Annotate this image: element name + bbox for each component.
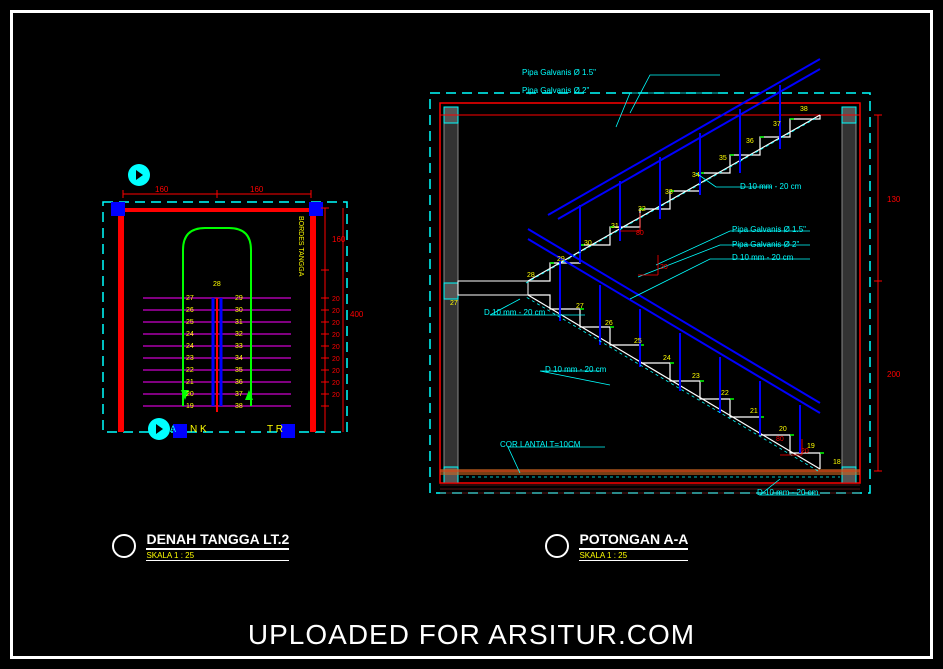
sn25: 25: [634, 338, 642, 345]
sec-letter-a: A: [170, 424, 176, 434]
plan-r-31r: 31: [235, 319, 243, 326]
plan-r-30r: 30: [235, 307, 243, 314]
section-arrow-top-icon: [128, 164, 150, 186]
plan-scale: SKALA 1 : 25: [146, 550, 289, 561]
sn23: 23: [692, 373, 700, 380]
section-scale: SKALA 1 : 25: [579, 550, 688, 561]
sn33: 33: [665, 189, 673, 196]
rd3: 20: [332, 332, 340, 339]
run-80a: 80: [636, 230, 644, 237]
plan-view: [85, 150, 365, 470]
cad-drawing-area: 160 160 160 400 BORDES TANGGA N K T R 28…: [0, 0, 943, 669]
sn26: 26: [605, 320, 613, 327]
title-marker-icon: [112, 534, 136, 558]
sn27: 27: [576, 303, 584, 310]
rd2: 20: [332, 320, 340, 327]
landing-27: 27: [450, 300, 458, 307]
watermark-text: UPLOADED FOR ARSITUR.COM: [0, 619, 943, 651]
sn29: 29: [557, 256, 565, 263]
section-arrow-bot-icon: [148, 418, 170, 440]
plan-r-32r: 32: [235, 331, 243, 338]
sn24: 24: [663, 355, 671, 362]
title-marker-icon: [545, 534, 569, 558]
bordes-label: BORDES TANGGA: [297, 216, 304, 276]
cor-label: COR LANTAI T=10CM: [500, 440, 580, 449]
pipa-2-mid: Pipa Galvanis Ø 2": [732, 240, 799, 249]
rd0: 20: [332, 296, 340, 303]
rebar-4: D 10 mm - 20 cm: [545, 365, 606, 374]
sn32: 32: [638, 206, 646, 213]
sn38: 38: [800, 106, 808, 113]
plan-r-34r: 34: [235, 355, 243, 362]
sn34: 34: [692, 172, 700, 179]
plan-r-22l: 22: [186, 367, 194, 374]
rd7: 20: [332, 380, 340, 387]
landing-28: 28: [213, 281, 221, 288]
sn18: 18: [833, 459, 841, 466]
sn28: 28: [527, 272, 535, 279]
rd8: 20: [332, 392, 340, 399]
plan-r-23l: 23: [186, 355, 194, 362]
sn19: 19: [807, 443, 815, 450]
rd6: 20: [332, 368, 340, 375]
plan-r-21l: 21: [186, 379, 194, 386]
plan-r-24l: 24: [186, 331, 194, 338]
sn36: 36: [746, 138, 754, 145]
plan-r-38r: 38: [235, 403, 243, 410]
dim-160-a: 160: [155, 185, 168, 194]
plan-r-26l: 26: [186, 307, 194, 314]
dim-160-b: 160: [250, 185, 263, 194]
dim-400: 400: [350, 310, 363, 319]
sn37: 37: [773, 121, 781, 128]
sn35: 35: [719, 155, 727, 162]
rise-20a: 20: [660, 264, 668, 271]
plan-r-25l: 25: [186, 319, 194, 326]
plan-r-35r: 35: [235, 367, 243, 374]
plan-r-27l: 27: [186, 295, 194, 302]
pipa-2-top: Pipa Galvanis Ø 2": [522, 86, 589, 95]
rd5: 20: [332, 356, 340, 363]
dim-160-r: 160: [332, 235, 345, 244]
sn21: 21: [750, 408, 758, 415]
rd1: 20: [332, 308, 340, 315]
plan-r-33r: 33: [235, 343, 243, 350]
section-title: POTONGAN A-A: [579, 531, 688, 550]
dim-130: 130: [887, 195, 900, 204]
tr-label: T R: [267, 424, 283, 435]
pipa-15-top: Pipa Galvanis Ø 1.5": [522, 68, 596, 77]
rebar-2: D 10 mm - 20 cm: [732, 253, 793, 262]
plan-r-19l: 19: [186, 403, 194, 410]
nk-label: N K: [190, 424, 207, 435]
plan-r-20l: 20: [186, 391, 194, 398]
dim-200: 200: [887, 370, 900, 379]
plan-r-36r: 36: [235, 379, 243, 386]
plan-title: DENAH TANGGA LT.2: [146, 531, 289, 550]
pipa-15-mid: Pipa Galvanis Ø 1.5": [732, 225, 806, 234]
run-80b: 80: [776, 436, 784, 443]
plan-r-29r: 29: [235, 295, 243, 302]
section-view: [420, 55, 900, 515]
rebar-5: D 10 mm - 20 cm: [757, 488, 818, 497]
sn30: 30: [584, 240, 592, 247]
rebar-1: D 10 mm - 20 cm: [740, 182, 801, 191]
sn31: 31: [611, 223, 619, 230]
plan-title-block: DENAH TANGGA LT.2 SKALA 1 : 25: [112, 531, 289, 561]
plan-r-37r: 37: [235, 391, 243, 398]
rebar-3: D 10 mm - 20 cm: [484, 308, 545, 317]
sn22: 22: [721, 390, 729, 397]
plan-r-24l2: 24: [186, 343, 194, 350]
rd4: 20: [332, 344, 340, 351]
sn20: 20: [779, 426, 787, 433]
section-title-block: POTONGAN A-A SKALA 1 : 25: [545, 531, 688, 561]
